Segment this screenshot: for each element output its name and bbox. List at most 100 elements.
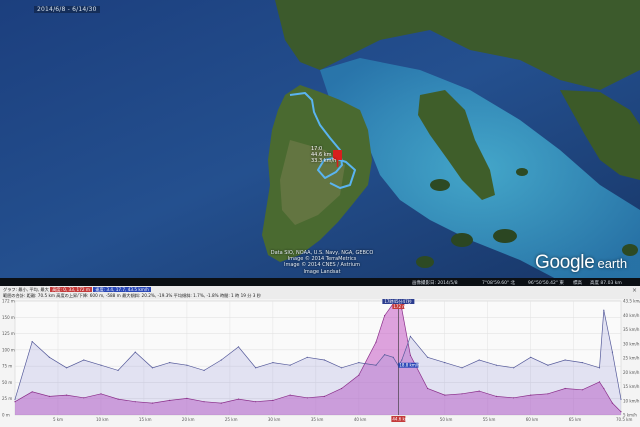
right-axis-tick: 10 km/h bbox=[623, 398, 640, 403]
longitude-readout: 96°50'50.42" 東 bbox=[528, 280, 564, 286]
elevation-point bbox=[384, 315, 386, 317]
speed-point bbox=[220, 359, 222, 361]
speed-point bbox=[384, 354, 386, 356]
x-axis-tick: 10 km bbox=[96, 417, 109, 422]
left-axis-tick: 0 m bbox=[2, 413, 10, 418]
speed-point bbox=[478, 359, 480, 361]
left-axis-tick: 100 m bbox=[2, 347, 15, 352]
speed-point bbox=[620, 398, 622, 400]
elevation-point bbox=[220, 402, 222, 404]
imagery-date: 画像撮影日: 2014/5/8 bbox=[412, 280, 458, 286]
elevation-point bbox=[478, 390, 480, 392]
speed-point bbox=[203, 369, 205, 371]
speed-point bbox=[603, 309, 605, 311]
left-axis-tick: 25 m bbox=[2, 396, 12, 401]
speed-point bbox=[392, 356, 394, 358]
elevation-point bbox=[564, 387, 566, 390]
satellite-imagery bbox=[0, 0, 640, 281]
right-axis-tick: 20 km/h bbox=[623, 370, 640, 375]
speed-point bbox=[598, 367, 601, 369]
x-axis-tick: 35 km bbox=[311, 417, 324, 422]
speed-point bbox=[427, 356, 429, 358]
elevation-point bbox=[427, 387, 429, 390]
pin-label: 17:0 44.6 km 33.3 km/h bbox=[311, 146, 336, 164]
elevation-profile-chart[interactable]: 172 m 150 m 125 m 100 m 75 m 50 m 25 m 0 m 43.5 … bbox=[0, 299, 640, 427]
x-axis-tick: 70.5 km bbox=[616, 417, 632, 422]
elevation-point bbox=[14, 401, 16, 403]
speed-point bbox=[134, 351, 136, 353]
elevation-point bbox=[444, 394, 446, 396]
right-axis-tick: 25 km/h bbox=[623, 356, 640, 361]
profile-svg[interactable]: 172 m 150 m 125 m 100 m 75 m 50 m 25 m 0 m 43.5 … bbox=[0, 299, 640, 427]
elevation-point bbox=[341, 387, 343, 390]
elevation-point bbox=[117, 398, 119, 400]
elevation-point bbox=[203, 401, 205, 403]
speed-point bbox=[564, 359, 566, 361]
x-axis-tick: 50 km bbox=[440, 417, 453, 422]
left-axis-tick: 125 m bbox=[2, 331, 15, 336]
elevation-point bbox=[530, 394, 532, 396]
right-axis-tick: 43.5 km/h bbox=[623, 299, 640, 304]
elevation-point bbox=[461, 393, 463, 395]
elevation-point bbox=[255, 401, 257, 403]
speed-point bbox=[186, 364, 188, 366]
elevation-point bbox=[83, 397, 85, 399]
cursor-speed-label: 18.8 km/h bbox=[399, 363, 420, 368]
elevation-point bbox=[66, 394, 68, 396]
right-axis-tick: 30 km/h bbox=[623, 341, 640, 346]
x-axis-tick: 15 km bbox=[139, 417, 152, 422]
elevation-point bbox=[547, 393, 549, 395]
right-axis-tick: 15 km/h bbox=[623, 384, 640, 389]
right-axis-tick: 35 km/h bbox=[623, 327, 640, 332]
speed-point bbox=[255, 367, 257, 369]
x-axis-tick: 55 km bbox=[483, 417, 496, 422]
speed-point bbox=[151, 367, 154, 369]
elevation-point bbox=[611, 402, 614, 404]
close-icon[interactable]: × bbox=[632, 287, 637, 294]
speed-point bbox=[66, 367, 68, 369]
google-earth-logo: Google earth bbox=[535, 252, 628, 273]
speed-point bbox=[341, 367, 343, 369]
speed-point bbox=[547, 364, 549, 366]
left-axis-tick: 75 m bbox=[2, 364, 12, 369]
x-axis-tick: 30 km bbox=[268, 417, 281, 422]
elevation-point bbox=[272, 399, 274, 401]
speed-point bbox=[48, 356, 51, 358]
speed-point bbox=[31, 341, 33, 343]
speed-point bbox=[513, 367, 515, 369]
speed-point bbox=[83, 359, 85, 361]
elevation-point bbox=[358, 374, 360, 376]
elevation-stats[interactable]: 高度: 0, 33, 172 m bbox=[50, 287, 92, 292]
map-attribution: Data SIO, NOAA, U.S. Navy, NGA, GEBCO Im… bbox=[270, 250, 374, 275]
elevation-point bbox=[306, 397, 308, 399]
elevation-point bbox=[31, 391, 33, 393]
elevation-profile-header: グラフ: 最小, 平均, 最大 高度: 0, 33, 172 m 速度: 3.4… bbox=[0, 286, 640, 299]
elevation-point bbox=[603, 387, 605, 390]
speed-point bbox=[409, 335, 411, 337]
speed-point bbox=[306, 356, 308, 358]
elevation-point bbox=[323, 395, 325, 397]
x-axis-tick: 25 km bbox=[225, 417, 238, 422]
speed-point bbox=[169, 362, 171, 364]
speed-stats[interactable]: 速度: 3.4, 17.7, 43.5 km/h bbox=[93, 287, 151, 292]
elevation-point bbox=[151, 402, 154, 404]
elevation-point bbox=[169, 399, 171, 401]
elevation-point bbox=[598, 381, 601, 383]
speed-point bbox=[401, 359, 403, 361]
speed-point bbox=[495, 364, 497, 366]
elevation-point bbox=[289, 394, 291, 396]
elevation-point bbox=[513, 397, 515, 399]
x-axis-tick: 5 km bbox=[53, 417, 63, 422]
elevation-readout: 標高 bbox=[573, 280, 582, 286]
speed-point bbox=[461, 367, 463, 369]
elevation-point bbox=[375, 341, 377, 343]
left-axis-tick: 50 m bbox=[2, 380, 12, 385]
elevation-point bbox=[186, 397, 188, 399]
speed-point bbox=[358, 362, 360, 364]
x-axis-tick: 40 km bbox=[354, 417, 367, 422]
speed-point bbox=[289, 364, 291, 366]
left-axis-tick: 150 m bbox=[2, 315, 15, 320]
x-axis-tick: 65 km bbox=[569, 417, 582, 422]
speed-point bbox=[237, 346, 240, 348]
map-view[interactable]: 2014/6/8 - 6/14/30 17:0 44.6 km 33.3 km/… bbox=[0, 0, 640, 281]
